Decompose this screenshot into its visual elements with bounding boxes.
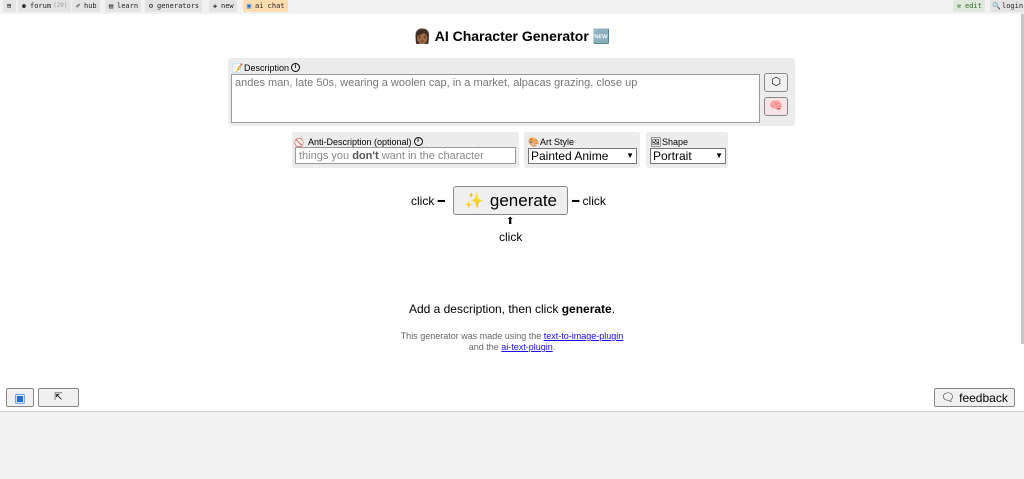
anti-placeholder-bold: don't xyxy=(352,150,379,162)
anti-description-label: Anti-Description (optional) xyxy=(308,136,412,147)
dice-icon: ⬡ xyxy=(771,76,781,88)
speech-bubble-icon: 🗨 xyxy=(941,392,956,404)
shape-select[interactable]: Portrait ▼ xyxy=(650,148,726,164)
frame-icon: 🖼 xyxy=(650,136,662,147)
nav-generators-label: generators xyxy=(157,2,200,10)
credits-line-1: This generator was made using the text-t… xyxy=(0,331,1024,342)
shape-value: Portrait xyxy=(653,149,692,163)
random-dice-button[interactable]: ⬡ xyxy=(764,73,788,92)
generate-row: click ━ ✨ generate ━ click ⬆ click xyxy=(0,186,1024,244)
gears-icon: ⚙ xyxy=(148,2,154,10)
generate-button[interactable]: ✨ generate xyxy=(453,186,568,215)
anti-description-label-row: ⃠ Anti-Description (optional) i xyxy=(296,136,423,147)
feedback-label: feedback xyxy=(959,390,1008,405)
nav-generators-button[interactable]: ⚙ generators xyxy=(145,0,203,12)
description-label-row: 📝 Description i xyxy=(232,62,301,73)
art-style-label: Art Style xyxy=(540,136,575,147)
brain-icon: 🧠 xyxy=(769,100,783,112)
forum-icon: ⚉ xyxy=(21,2,27,10)
anti-description-input[interactable]: things you don't want in the character xyxy=(295,147,516,164)
gallery-icon: ▣ xyxy=(14,390,26,405)
arrow-up-left-icon: ⇱ xyxy=(54,392,63,403)
nav-learn-label: learn xyxy=(117,2,139,10)
expand-button[interactable]: ⇱ xyxy=(38,388,79,407)
click-hint-below: click xyxy=(499,230,523,244)
nav-forum-label: forum xyxy=(30,2,52,10)
description-label: Description xyxy=(244,62,290,73)
anti-description-panel: ⃠ Anti-Description (optional) i things y… xyxy=(292,132,519,168)
hint-post: . xyxy=(611,302,616,316)
shape-panel: 🖼 Shape Portrait ▼ xyxy=(646,132,728,168)
nav-edit-label: edit xyxy=(965,2,982,10)
nav-new-label: new xyxy=(221,2,234,10)
memo-icon: 📝 xyxy=(232,62,244,73)
nav-edit-button[interactable]: ⚒ edit xyxy=(953,0,985,12)
tools-icon: ⚒ xyxy=(956,2,962,10)
chevron-down-icon: ▼ xyxy=(626,151,634,160)
plus-icon: ✚ xyxy=(212,2,218,10)
key-icon: 🔍 xyxy=(992,2,1001,10)
sparkles-icon: ✨ xyxy=(463,192,484,210)
up-arrow-icon: ⬆ xyxy=(506,216,515,227)
grid-icon: ⊞ xyxy=(6,2,12,10)
nav-ai-chat-label: ai chat xyxy=(255,2,285,10)
click-hint-right: ━ click xyxy=(572,194,606,208)
art-style-value: Painted Anime xyxy=(531,149,609,163)
nav-hub-label: hub xyxy=(84,2,97,10)
top-nav-bar: ⊞ ⚉ forum (20) ✐ hub ▤ learn ⚙ generator… xyxy=(0,0,1024,13)
anti-placeholder-post: want in the character xyxy=(378,150,484,162)
chat-icon: ▣ xyxy=(246,2,252,10)
click-hint-left: click ━ xyxy=(411,194,445,208)
info-icon[interactable]: i xyxy=(291,63,301,72)
palette-icon: 🎨 xyxy=(528,136,540,147)
nav-forum-button[interactable]: ⚉ forum (20) xyxy=(18,0,71,12)
art-style-select[interactable]: Painted Anime ▼ xyxy=(528,148,637,164)
page-title: 👩🏾 AI Character Generator 🆕 xyxy=(413,28,611,44)
brain-ideas-button[interactable]: 🧠 xyxy=(764,97,788,116)
generate-label: generate xyxy=(489,190,558,210)
chevron-down-icon: ▼ xyxy=(715,151,723,160)
nav-login-button[interactable]: 🔍 login xyxy=(990,0,1024,12)
shape-label-row: 🖼 Shape xyxy=(650,136,688,147)
feedback-button[interactable]: 🗨 feedback xyxy=(934,388,1015,407)
art-style-label-row: 🎨 Art Style xyxy=(528,136,574,147)
nav-login-label: login xyxy=(1002,2,1024,10)
nav-hub-button[interactable]: ✐ hub xyxy=(72,0,100,12)
book-icon: ▤ xyxy=(108,2,114,10)
art-style-panel: 🎨 Art Style Painted Anime ▼ xyxy=(524,132,640,168)
credits-pre-2: and the xyxy=(468,342,502,352)
text-to-image-plugin-link[interactable]: text-to-image-plugin xyxy=(544,331,624,341)
hint-pre: Add a description, then click xyxy=(408,302,562,316)
nav-new-button[interactable]: ✚ new xyxy=(209,0,237,12)
credits-pre-1: This generator was made using the xyxy=(400,331,544,341)
instruction-text: Add a description, then click generate. xyxy=(0,302,1024,316)
anti-placeholder-pre: things you xyxy=(299,150,353,162)
credits-line-2: and the ai-text-plugin. xyxy=(0,342,1024,353)
nav-learn-button[interactable]: ▤ learn xyxy=(105,0,142,12)
made-with-credits: This generator was made using the text-t… xyxy=(0,331,1024,353)
nav-home-button[interactable]: ⊞ xyxy=(3,0,16,12)
prohibited-icon: ⃠ xyxy=(296,137,306,147)
description-panel: 📝 Description i andes man, late 50s, wea… xyxy=(228,58,795,126)
gallery-button[interactable]: ▣ xyxy=(6,388,34,407)
pencil-icon: ✐ xyxy=(75,2,81,10)
hint-bold: generate xyxy=(561,302,612,316)
nav-ai-chat-button[interactable]: ▣ ai chat xyxy=(243,0,288,12)
ai-text-plugin-link[interactable]: ai-text-plugin xyxy=(501,342,553,352)
description-input[interactable]: andes man, late 50s, wearing a woolen ca… xyxy=(231,74,760,123)
shape-label: Shape xyxy=(662,136,689,147)
nav-forum-count: (20) xyxy=(53,2,68,9)
generator-page: 👩🏾 AI Character Generator 🆕 📝 Descriptio… xyxy=(0,14,1024,412)
credits-post-2: . xyxy=(552,342,556,352)
info-icon[interactable]: i xyxy=(413,137,423,146)
